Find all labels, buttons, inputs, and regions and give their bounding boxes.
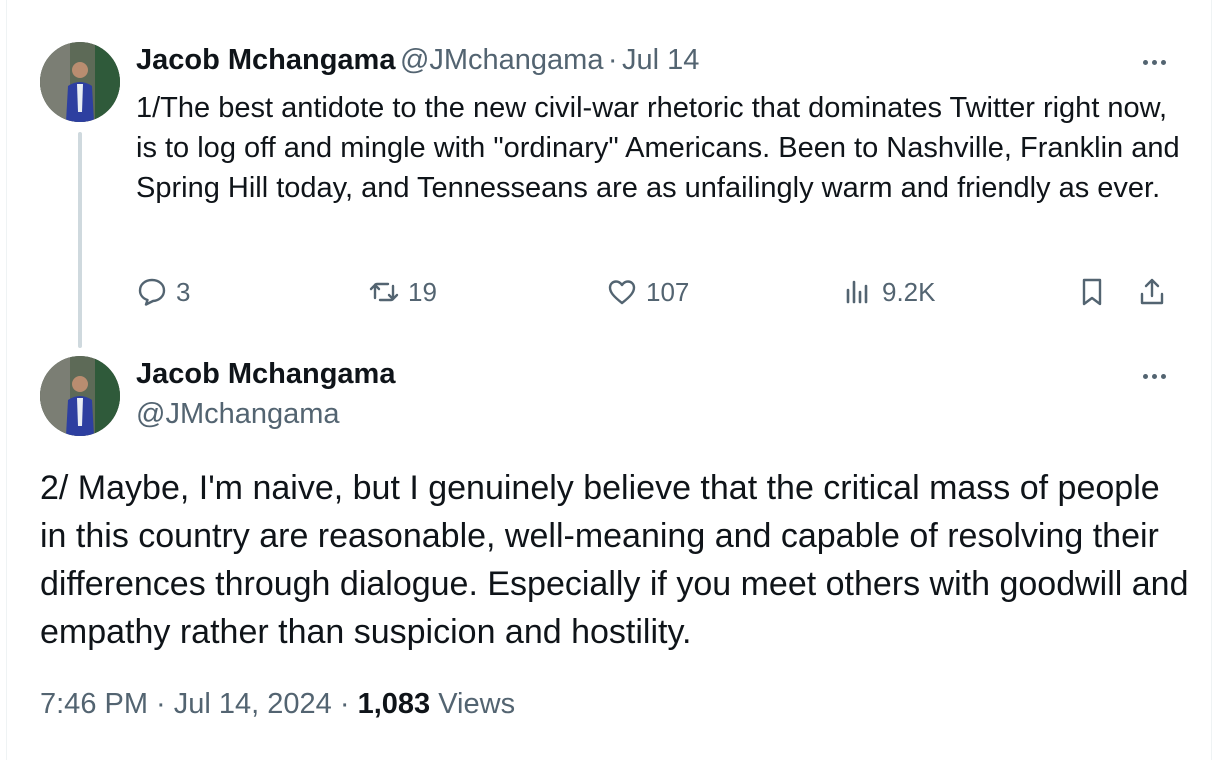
bookmark-button[interactable] bbox=[1076, 272, 1108, 312]
share-icon bbox=[1140, 278, 1164, 305]
reply-icon bbox=[138, 278, 166, 306]
avatar[interactable] bbox=[40, 356, 120, 436]
author-name[interactable]: Jacob Mchangama bbox=[136, 44, 395, 76]
tweet-text: 2/ Maybe, I'm naive, but I genuinely bel… bbox=[40, 469, 1189, 651]
tweet1-header: Jacob Mchangama @JMchangama · Jul 14 bbox=[136, 44, 699, 77]
author-handle[interactable]: @JMchangama bbox=[136, 398, 340, 431]
more-icon[interactable] bbox=[1136, 366, 1172, 386]
more-icon[interactable] bbox=[1136, 52, 1172, 72]
separator: · bbox=[339, 688, 350, 720]
thread-connector bbox=[78, 132, 82, 348]
share-button[interactable] bbox=[1136, 272, 1168, 312]
author-handle[interactable]: @JMchangama bbox=[400, 44, 604, 76]
repost-icon bbox=[369, 282, 399, 302]
avatar-photo bbox=[40, 356, 120, 436]
tweet-date[interactable]: Jul 14 bbox=[622, 44, 699, 76]
tweet-meta: 7:46 PM · Jul 14, 2024 · 1,083 Views bbox=[40, 688, 515, 721]
separator: · bbox=[607, 44, 618, 76]
avatar[interactable] bbox=[40, 42, 120, 122]
like-icon bbox=[608, 280, 636, 305]
author-name[interactable]: Jacob Mchangama bbox=[136, 358, 395, 391]
tweet-actions: 3 19 107 9.2K bbox=[136, 272, 1176, 312]
views-icon bbox=[846, 280, 868, 304]
views-count: 1,083 bbox=[357, 688, 431, 720]
views-count: 9.2K bbox=[882, 276, 936, 307]
reply-button[interactable]: 3 bbox=[136, 272, 190, 312]
repost-button[interactable]: 19 bbox=[368, 272, 437, 312]
views-button[interactable]: 9.2K bbox=[842, 272, 936, 312]
tweet-timestamp[interactable]: 7:46 PM · Jul 14, 2024 bbox=[40, 688, 332, 720]
avatar-photo bbox=[40, 42, 120, 122]
views-label: Views bbox=[438, 688, 516, 720]
bookmark-icon bbox=[1082, 278, 1102, 306]
reply-count: 3 bbox=[176, 276, 191, 307]
like-button[interactable]: 107 bbox=[606, 272, 689, 312]
like-count: 107 bbox=[646, 276, 690, 307]
tweet-text: 1/The best antidote to the new civil-war… bbox=[136, 92, 1180, 204]
repost-count: 19 bbox=[408, 276, 437, 307]
